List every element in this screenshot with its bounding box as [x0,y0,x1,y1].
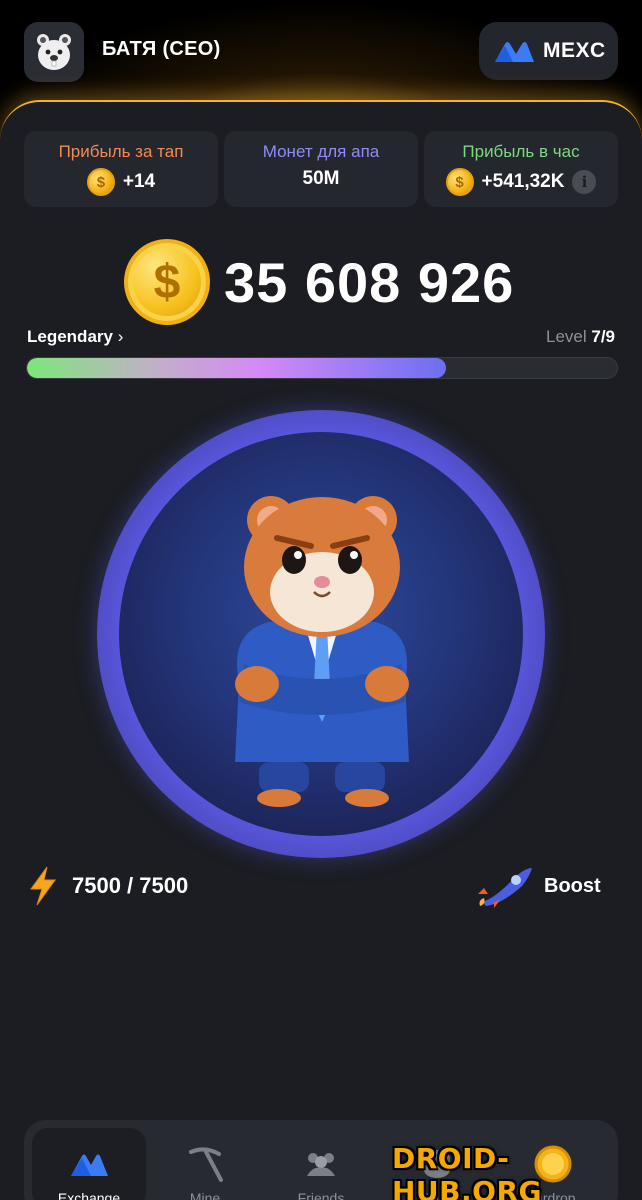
nav-label: Mine [189,1190,221,1200]
level-progress-fill [27,358,446,378]
coin-icon: $ [86,168,115,196]
league-label: Legendary [27,327,113,346]
friends-icon [307,1153,335,1176]
coin-icon: $ [124,239,210,325]
exchange-selector-button[interactable]: MEXC [479,22,618,80]
stat-profit-per-tap: Прибыль за тап $ +14 [24,131,218,207]
stat-value: +541,32K [481,171,565,192]
balance-display: $ 35 608 926 [124,238,514,326]
tap-area-inner [119,432,523,836]
hamster-avatar-icon [37,34,71,70]
mexc-logo-icon [495,42,534,62]
watermark: DROID-HUB.ORG [392,1142,542,1200]
stat-value: +14 [122,171,156,192]
boost-button[interactable]: Boost [476,864,601,908]
nav-label: Friends [297,1190,345,1200]
balance-value: 35 608 926 [224,250,515,314]
info-icon[interactable]: i [572,170,597,194]
tap-area[interactable] [97,410,545,858]
stat-profit-per-hour: Прибыль в час $ +541,32K i [424,131,618,207]
avatar[interactable] [24,22,84,82]
stat-title: Прибыль в час [462,142,580,161]
exchange-label: MEXC [543,39,606,62]
user-name: БАТЯ (CEO) [102,38,221,60]
lightning-icon [30,866,56,906]
hamster-ceo-character [235,496,409,807]
nav-exchange[interactable]: Exchange [32,1128,146,1200]
level-progress-bar [26,357,618,379]
stat-coins-to-level-up: Монет для апа 50M [224,131,418,207]
energy-value: 7500 / 7500 [72,873,189,898]
boost-label: Boost [544,874,601,897]
coin-icon: $ [445,168,474,196]
exchange-icon [71,1154,108,1176]
rocket-icon [478,868,532,908]
pickaxe-icon [189,1147,223,1182]
stat-title: Монет для апа [262,142,380,161]
energy-indicator: 7500 / 7500 [28,866,188,906]
stat-value: 50M [302,168,340,189]
nav-friends[interactable]: Friends [264,1128,378,1200]
level-value: 7/9 [591,327,615,346]
level-indicator: Level 7/9 [546,327,615,347]
chevron-right-icon: › [117,327,124,346]
level-label: Level [545,327,587,346]
stat-title: Прибыль за тап [58,142,184,161]
league-link[interactable]: Legendary › [27,327,123,347]
nav-label: Exchange [57,1190,121,1200]
nav-mine[interactable]: Mine [148,1128,262,1200]
